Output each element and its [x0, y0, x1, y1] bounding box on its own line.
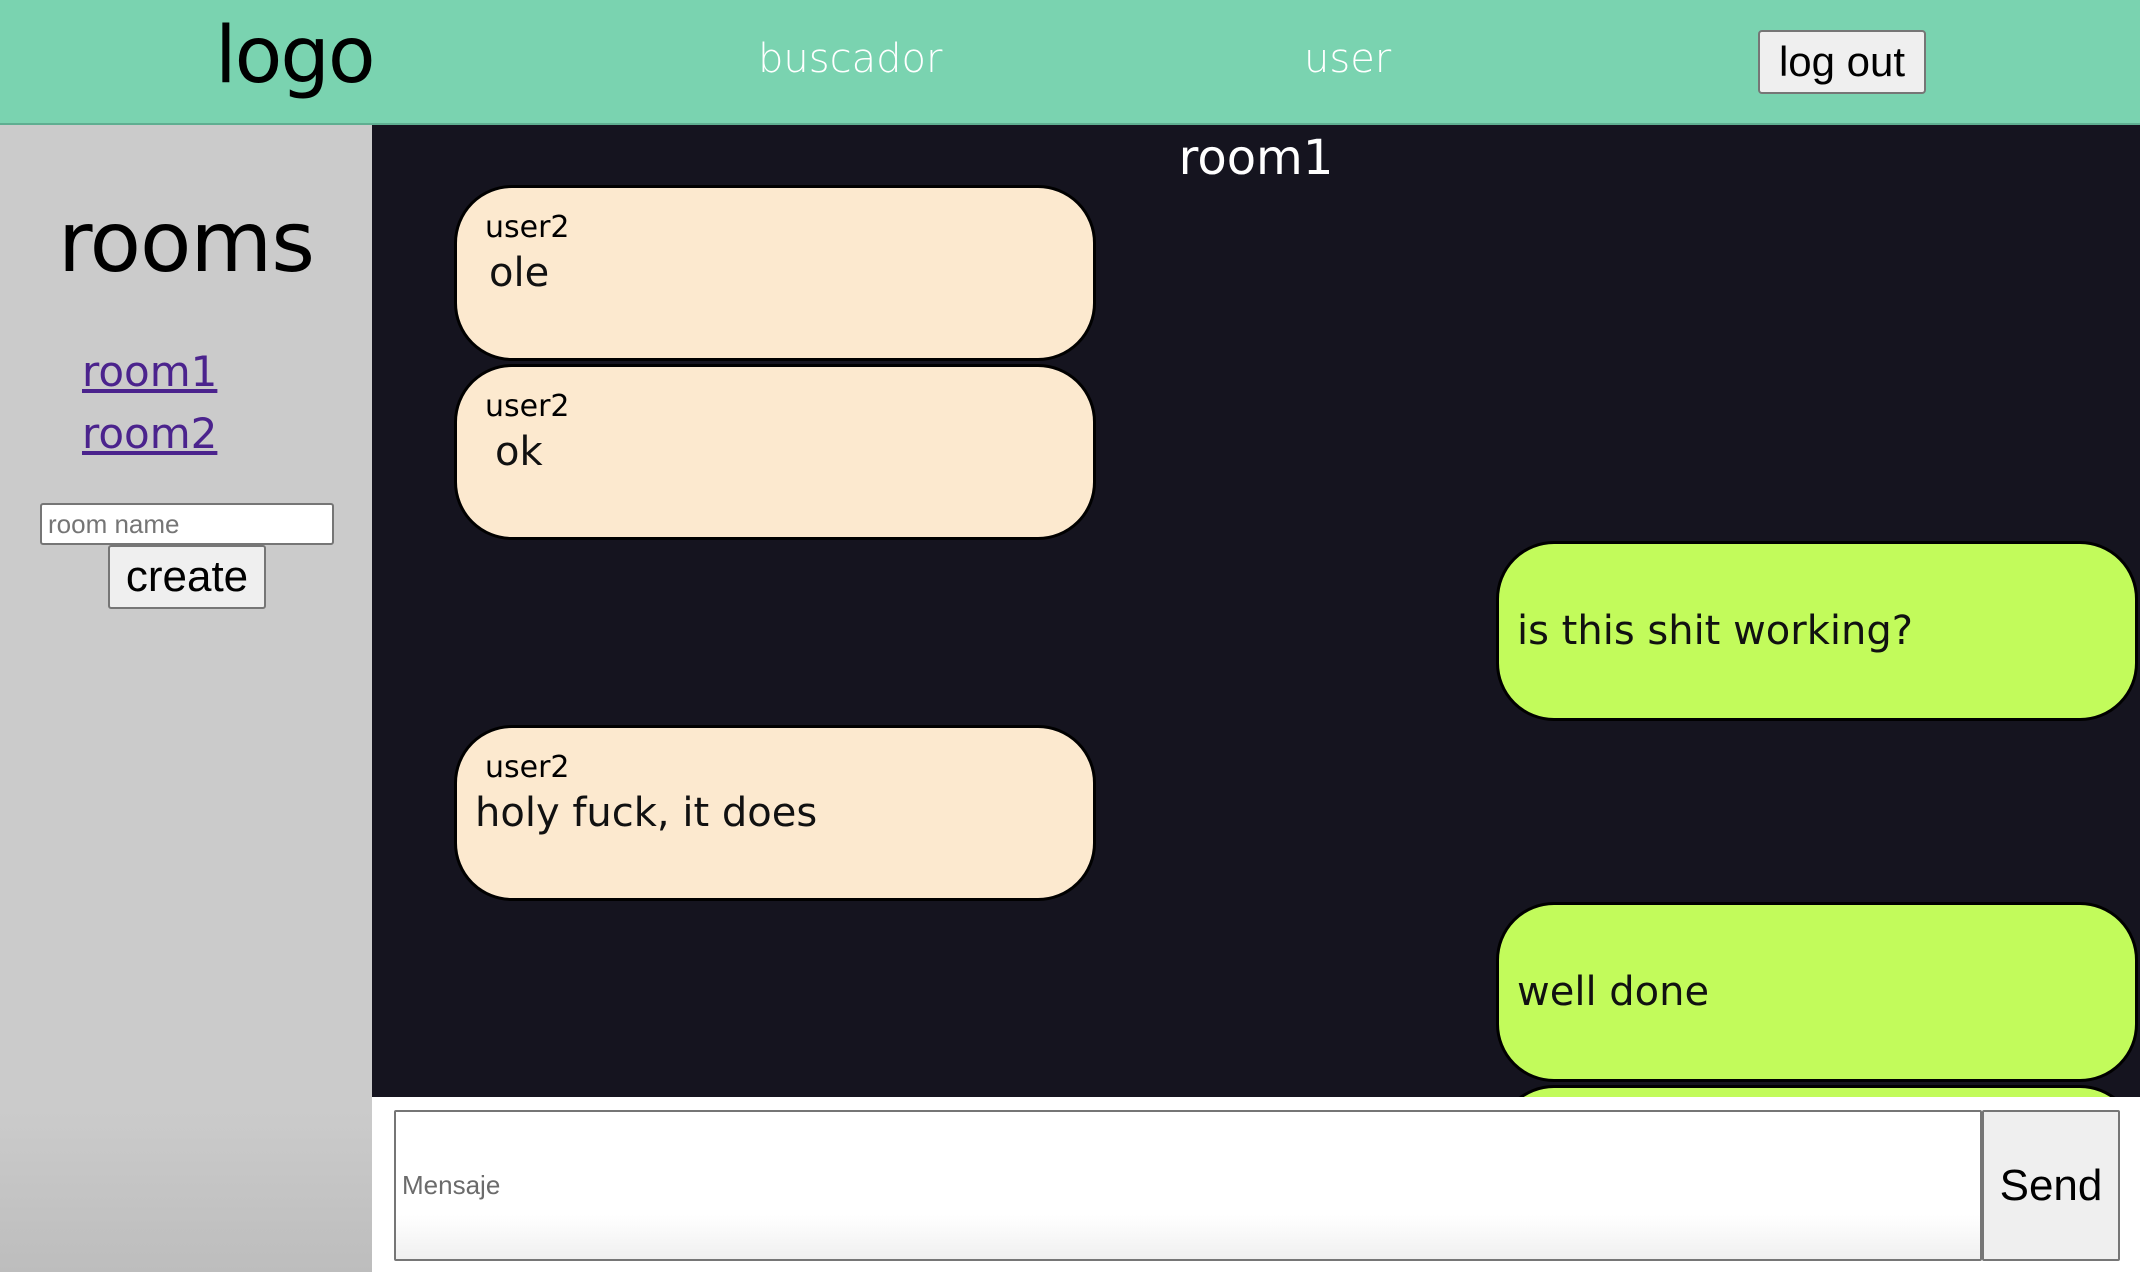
- logout-button[interactable]: log out: [1758, 30, 1926, 94]
- message-text: ok: [495, 429, 543, 475]
- message-bubble-incoming: user2 ok: [454, 364, 1096, 540]
- chat-app: logo buscador user log out rooms room1 r…: [0, 0, 2140, 1272]
- message-text: well done: [1517, 969, 1710, 1015]
- message-sender: user2: [485, 389, 570, 424]
- room-list-item: room1: [82, 345, 217, 407]
- message-text: holy fuck, it does: [475, 790, 818, 836]
- chat-panel[interactable]: room1 user2 ole user2 ok is this shit wo…: [372, 125, 2140, 1097]
- rooms-sidebar: rooms room1 room2 create: [0, 125, 372, 1272]
- create-room-button[interactable]: create: [108, 545, 266, 609]
- message-bubble-incoming: user2 ole: [454, 185, 1096, 361]
- message-bubble-outgoing: [1496, 1085, 2138, 1097]
- send-button[interactable]: Send: [1982, 1110, 2120, 1261]
- message-bubble-incoming: user2 holy fuck, it does: [454, 725, 1096, 901]
- room-link-room2[interactable]: room2: [82, 409, 217, 458]
- room-link-room1[interactable]: room1: [82, 347, 217, 396]
- message-bubble-outgoing: well done: [1496, 902, 2138, 1082]
- message-sender: user2: [485, 210, 570, 245]
- nav-user-link[interactable]: user: [1304, 36, 1391, 82]
- top-header: logo buscador user log out: [0, 0, 2140, 125]
- message-bubble-outgoing: is this shit working?: [1496, 541, 2138, 721]
- room-list-item: room2: [82, 407, 217, 469]
- nav-buscador-link[interactable]: buscador: [758, 36, 942, 82]
- message-composer: Send: [372, 1097, 2140, 1272]
- message-text: is this shit working?: [1517, 608, 1913, 654]
- chat-room-title: room1: [1178, 130, 1334, 186]
- message-text: ole: [489, 250, 550, 296]
- rooms-heading: rooms: [57, 193, 315, 291]
- message-input[interactable]: [394, 1110, 1982, 1261]
- room-name-input[interactable]: [40, 503, 334, 545]
- message-sender: user2: [485, 750, 570, 785]
- room-list: room1 room2: [82, 345, 217, 469]
- logo[interactable]: logo: [215, 10, 376, 104]
